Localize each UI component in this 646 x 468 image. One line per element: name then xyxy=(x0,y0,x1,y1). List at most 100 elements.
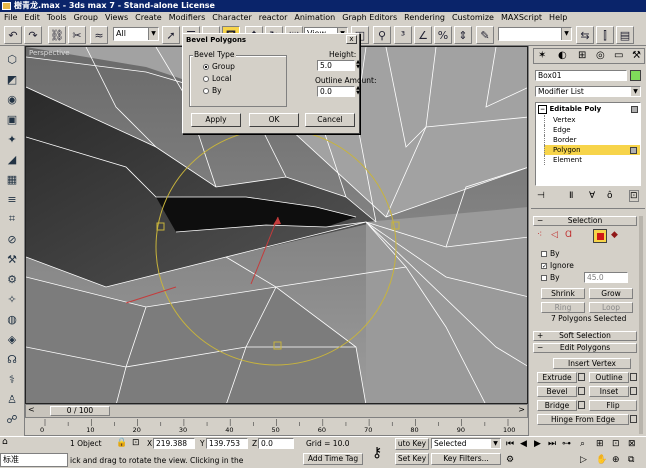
arc-rotate-icon[interactable]: ⊕ xyxy=(612,455,620,465)
height-input[interactable]: 5.0 xyxy=(317,60,355,71)
inset-button[interactable]: Inset xyxy=(589,386,629,397)
redo-icon[interactable]: ↷ xyxy=(24,26,42,44)
selection-rollout-header[interactable]: − Selection xyxy=(533,216,637,226)
bevel-settings-icon[interactable] xyxy=(578,387,585,395)
helpers-icon[interactable]: ✦ xyxy=(3,130,21,148)
modifier-icon[interactable]: ✧ xyxy=(3,290,21,308)
outline-button[interactable]: Outline xyxy=(589,372,629,383)
menu-item-create[interactable]: Create xyxy=(135,13,162,22)
menu-item-rendering[interactable]: Rendering xyxy=(404,13,445,22)
spinner-arrows-icon[interactable]: ▲ ▼ xyxy=(355,60,361,71)
zoom-all-icon[interactable]: ⊞ xyxy=(596,439,604,449)
undo-icon[interactable]: ↶ xyxy=(4,26,22,44)
edge-mode-icon[interactable]: ◁ xyxy=(551,230,558,240)
shapes-icon[interactable]: ◩ xyxy=(3,70,21,88)
outline-settings-icon[interactable] xyxy=(630,373,637,381)
select-object-icon[interactable]: ➚ xyxy=(162,26,180,44)
zoom-icon[interactable]: ⌕ xyxy=(580,439,585,449)
prev-key-icon[interactable]: ◀ xyxy=(520,439,527,449)
key-mode-dropdown[interactable]: Selected ▼ xyxy=(431,438,501,449)
material-icon[interactable]: ◍ xyxy=(3,310,21,328)
edit-polygons-rollout-header[interactable]: − Edit Polygons xyxy=(533,343,637,353)
menu-item-reactor[interactable]: reactor xyxy=(259,13,288,22)
layer-manager-icon[interactable]: ▤ xyxy=(616,26,634,44)
menu-item-animation[interactable]: Animation xyxy=(294,13,335,22)
next-key-icon[interactable]: ⏭ xyxy=(548,439,556,449)
stack-item-polygon[interactable]: Polygon xyxy=(544,145,640,155)
bone-icon[interactable]: ⚕ xyxy=(3,370,21,388)
prev-frame-icon[interactable]: < xyxy=(28,405,35,414)
soft-selection-rollout-header[interactable]: + Soft Selection xyxy=(533,331,637,341)
cancel-button[interactable]: Cancel xyxy=(305,113,355,127)
modify-tab-icon[interactable]: ◐ xyxy=(558,50,567,61)
angle-snap-icon[interactable]: ∠ xyxy=(414,26,432,44)
modifier-list-dropdown[interactable]: Modifier List ▼ xyxy=(535,86,641,97)
snap-toggle-icon[interactable]: ³ xyxy=(394,26,412,44)
absolute-mode-icon[interactable]: ⊡ xyxy=(132,438,140,448)
select-manipulate-icon[interactable]: ⚲ xyxy=(373,26,391,44)
menu-item-tools[interactable]: Tools xyxy=(47,13,67,22)
object-name-field[interactable]: Box01 xyxy=(535,70,627,81)
display-tab-icon[interactable]: ▭ xyxy=(614,50,623,61)
angle-input[interactable]: 45.0 xyxy=(584,272,628,283)
time-slider[interactable]: 0 / 100 < > xyxy=(25,404,528,418)
bevel-button[interactable]: Bevel xyxy=(537,386,577,397)
create-tab-icon[interactable]: ✶ xyxy=(538,50,546,61)
max-listener-icon[interactable]: ⌂ xyxy=(2,437,24,449)
maximize-viewport-icon[interactable]: ⧉ xyxy=(628,455,634,465)
radio-local[interactable]: Local xyxy=(203,74,231,83)
ok-button[interactable]: OK xyxy=(249,113,299,127)
stack-root-row[interactable]: − Editable Poly xyxy=(538,105,601,114)
border-mode-icon[interactable]: Ɑ xyxy=(565,230,572,240)
menu-item-modifiers[interactable]: Modifiers xyxy=(169,13,206,22)
spacewarp-icon[interactable]: ◢ xyxy=(3,150,21,168)
by-vertex-checkbox[interactable]: By xyxy=(541,249,560,258)
zoom-extents-icon[interactable]: ⊡ xyxy=(612,439,620,449)
hinge-from-edge-button[interactable]: Hinge From Edge xyxy=(537,414,629,425)
unlink-icon[interactable]: ✂ xyxy=(68,26,86,44)
lock-selection-icon[interactable]: 🔒 xyxy=(116,438,127,448)
menu-item-customize[interactable]: Customize xyxy=(452,13,494,22)
z-coordinate-field[interactable]: 0.0 xyxy=(258,438,294,449)
zoom-extents-all-icon[interactable]: ⊠ xyxy=(628,439,636,449)
ignore-backfacing-checkbox[interactable]: ✓ Ignore xyxy=(541,261,574,270)
key-icon[interactable]: ⚷ xyxy=(372,445,382,461)
auto-key-button[interactable]: uto Key xyxy=(395,438,429,450)
spinner-snap-icon[interactable]: ⇕ xyxy=(454,26,472,44)
stack-item-vertex[interactable]: Vertex xyxy=(544,115,640,125)
panel-scrollbar[interactable] xyxy=(639,216,643,434)
ring-button[interactable]: Ring xyxy=(541,302,585,313)
configure-sets-icon[interactable]: ⊡ xyxy=(629,190,639,202)
set-key-button[interactable]: Set Key xyxy=(395,453,429,465)
named-selection-dropdown[interactable]: ▼ xyxy=(498,27,572,41)
motion-icon[interactable]: ⊘ xyxy=(3,230,21,248)
dialog-close-button[interactable]: x xyxy=(346,35,357,44)
menu-item-graph-editors[interactable]: Graph Editors xyxy=(342,13,397,22)
bind-space-warp-icon[interactable]: ≈ xyxy=(90,26,108,44)
object-color-swatch[interactable] xyxy=(630,70,641,81)
link-icon[interactable]: ☍ xyxy=(3,410,21,428)
menu-item-views[interactable]: Views xyxy=(105,13,128,22)
remove-modifier-icon[interactable]: ô xyxy=(607,191,613,201)
maxscript-mini-listener[interactable]: 标准 xyxy=(0,453,68,467)
add-time-tag-button[interactable]: Add Time Tag xyxy=(303,453,363,465)
time-slider-thumb[interactable]: 0 / 100 xyxy=(50,406,110,416)
hierarchy-tab-icon[interactable]: ⊞ xyxy=(578,50,586,61)
extrude-settings-icon[interactable] xyxy=(578,373,585,381)
key-mode-toggle-icon[interactable]: ⊶ xyxy=(562,439,571,449)
align-icon[interactable]: ⫿ xyxy=(596,26,614,44)
menu-item-edit[interactable]: Edit xyxy=(24,13,40,22)
next-frame-icon[interactable]: > xyxy=(518,405,525,414)
menu-item-maxscript[interactable]: MAXScript xyxy=(501,13,542,22)
stack-icon[interactable]: ≡ xyxy=(3,190,21,208)
element-mode-icon[interactable]: ◆ xyxy=(611,230,618,240)
hierarchy-icon[interactable]: ⌗ xyxy=(3,210,21,228)
menu-item-group[interactable]: Group xyxy=(74,13,98,22)
stack-item-element[interactable]: Element xyxy=(544,155,640,165)
flip-button[interactable]: Flip xyxy=(589,400,637,411)
time-config-icon[interactable]: ⚙ xyxy=(506,455,514,465)
systems-icon[interactable]: ▦ xyxy=(3,170,21,188)
key-filters-button[interactable]: Key Filters... xyxy=(431,453,501,465)
insert-vertex-button[interactable]: Insert Vertex xyxy=(553,358,631,369)
outline-amount-input[interactable]: 0.0 xyxy=(317,86,355,97)
